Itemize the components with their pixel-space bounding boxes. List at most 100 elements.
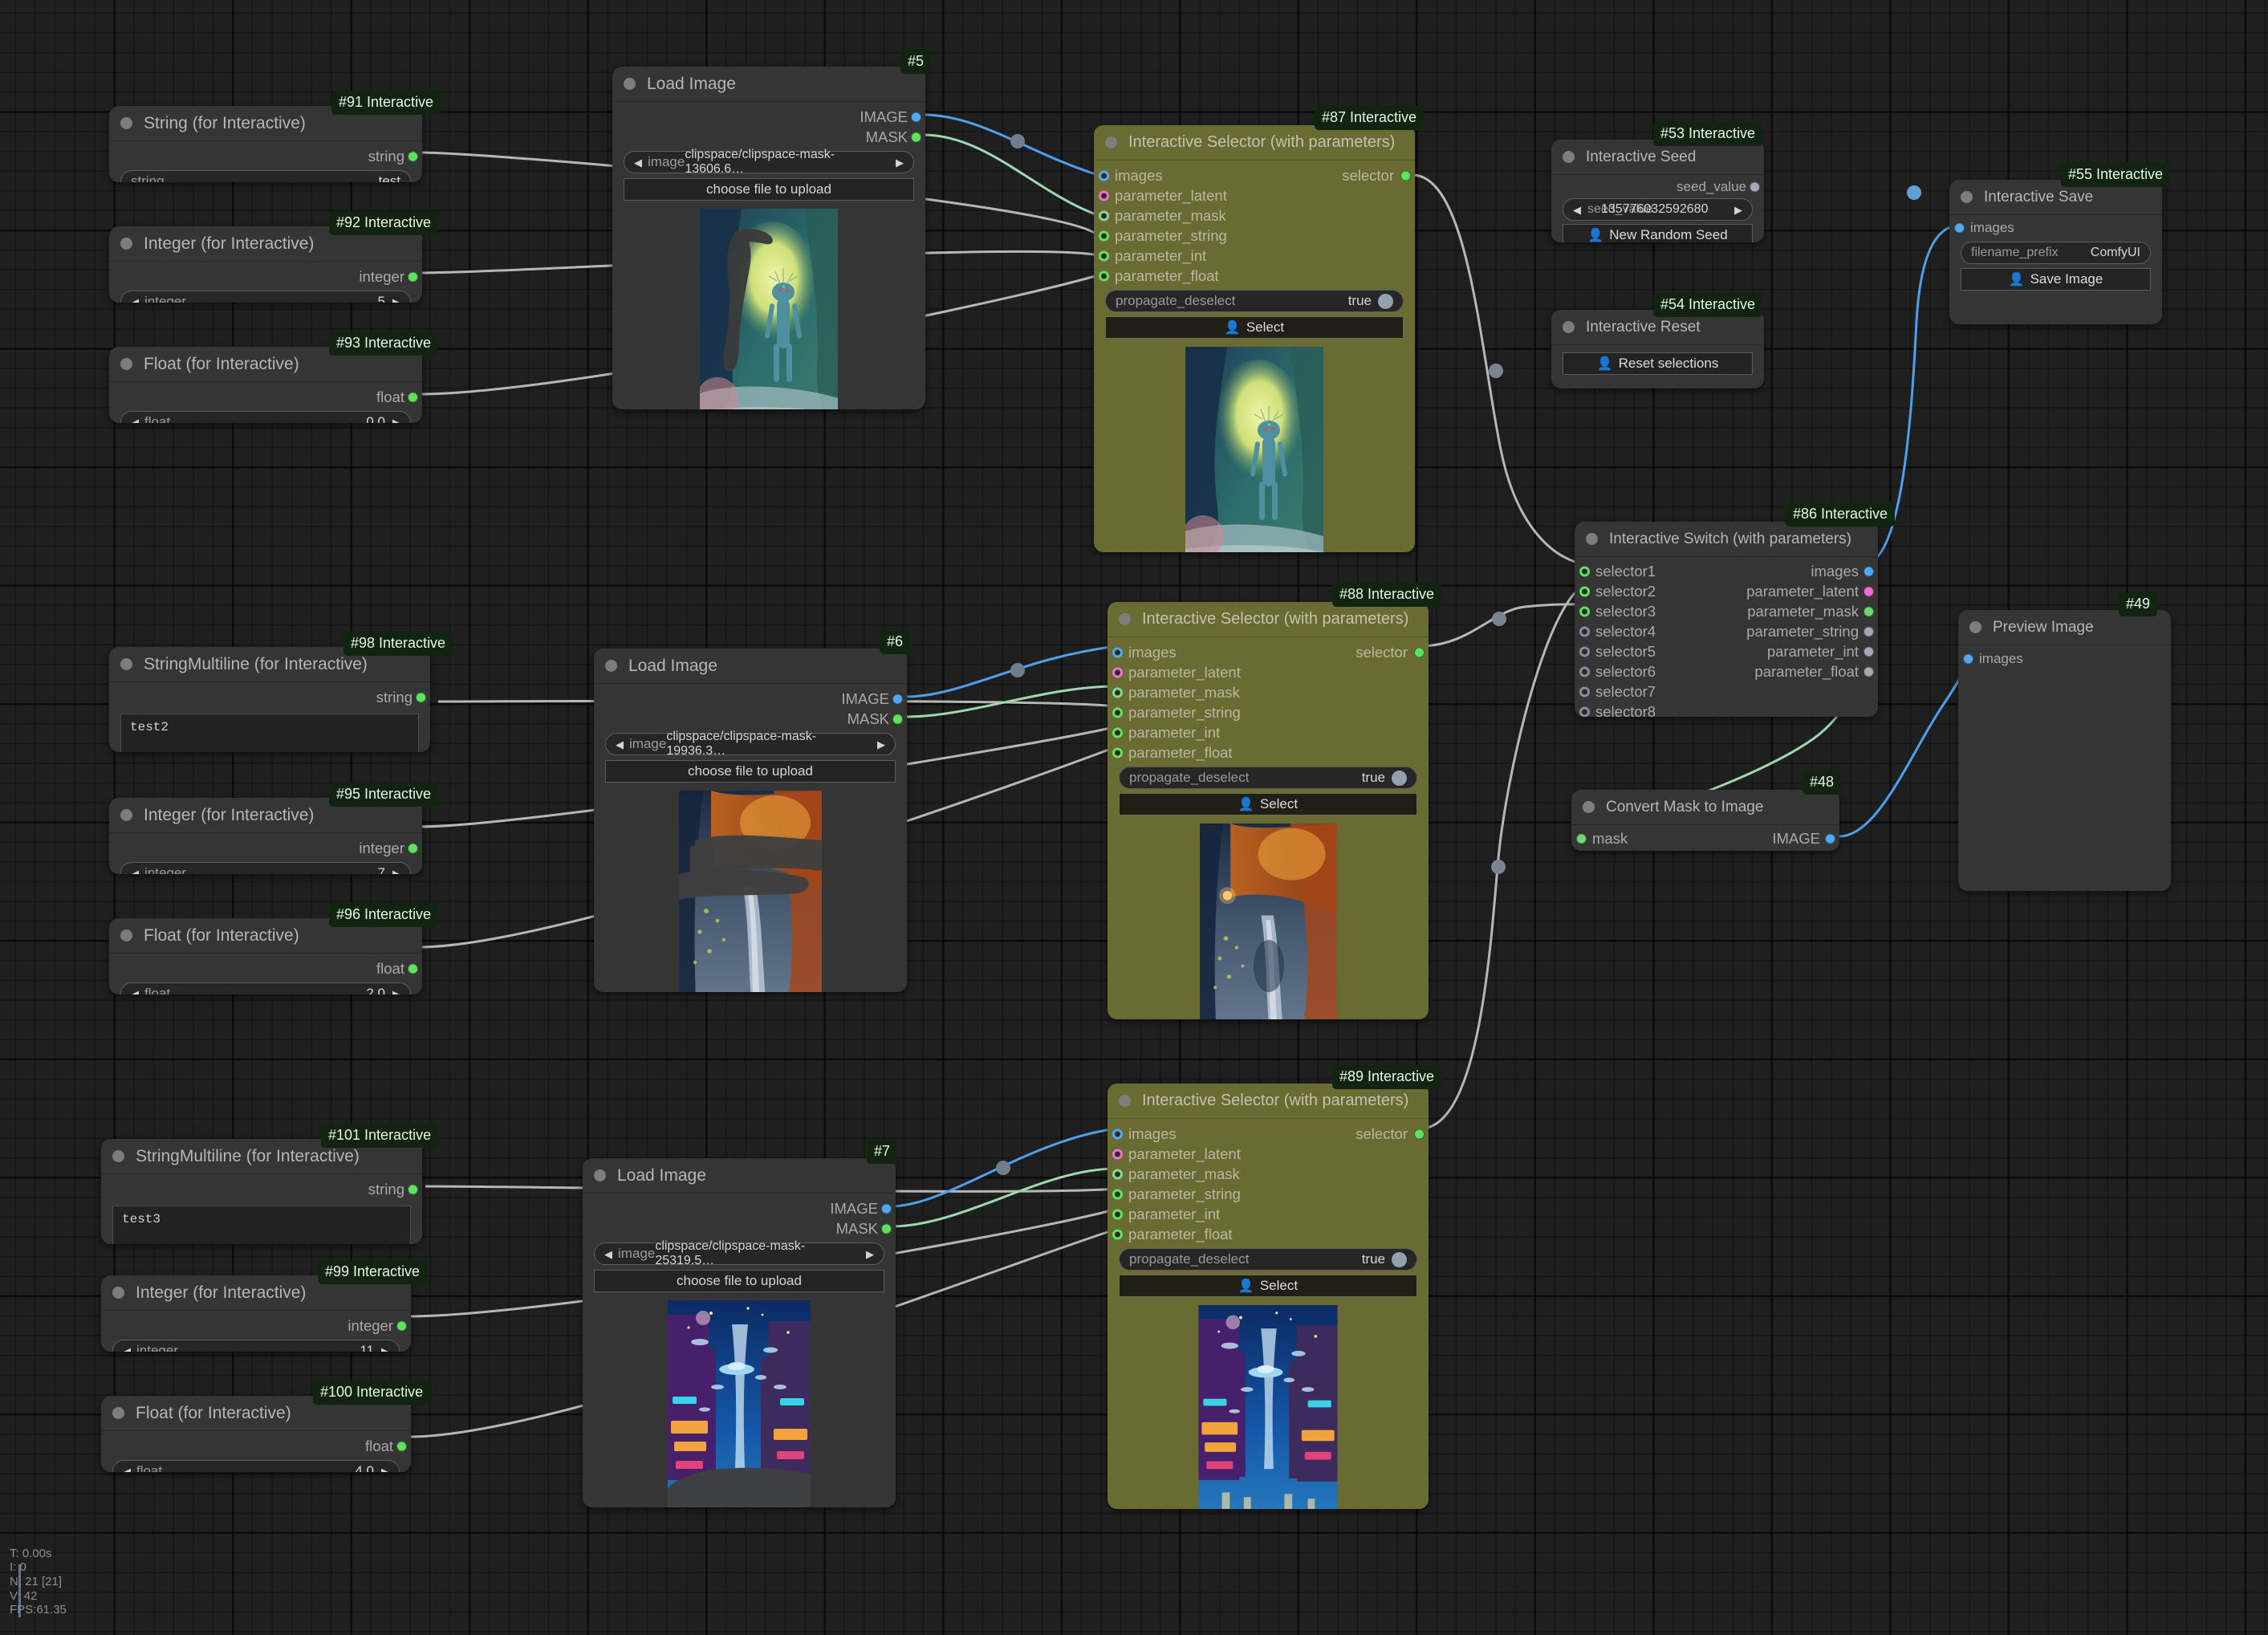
widget-seed[interactable]: ◀ seed_value 135776032592680 ▶: [1563, 198, 1753, 221]
port-selector-out[interactable]: [1400, 170, 1411, 181]
collapse-dot-icon[interactable]: [120, 117, 132, 129]
output-slot-mask[interactable]: MASK: [594, 709, 907, 729]
node-interactive-selector-88[interactable]: Interactive Selector (with parameters) i…: [1108, 602, 1429, 1019]
collapse-dot-icon[interactable]: [120, 658, 132, 670]
port-parameter-string-out[interactable]: [1864, 626, 1874, 637]
input-slot-selector7[interactable]: selector7: [1575, 681, 1878, 702]
port-parameter-latent-in[interactable]: [1112, 1149, 1123, 1159]
node-float-100[interactable]: Float (for Interactive) float ◀ float 4.…: [101, 1396, 411, 1472]
port-image-out[interactable]: [1825, 833, 1835, 844]
input-slot-images[interactable]: images selector: [1094, 165, 1415, 185]
stepper-increment-icon[interactable]: ▶: [381, 1346, 389, 1352]
port-float-out[interactable]: [396, 1441, 407, 1451]
node-string-91[interactable]: String (for Interactive) string string t…: [109, 106, 422, 182]
input-slot-parameter-latent[interactable]: parameter_latent: [1108, 1144, 1429, 1164]
node-convert-mask-to-image-48[interactable]: Convert Mask to Image mask IMAGE: [1571, 790, 1839, 851]
input-slot-parameter-float[interactable]: parameter_float: [1108, 742, 1429, 763]
port-images-in[interactable]: [1963, 653, 1973, 665]
output-slot-integer[interactable]: integer: [101, 1316, 411, 1336]
input-slot-parameter-string[interactable]: parameter_string: [1108, 702, 1429, 722]
node-load-image-6[interactable]: Load Image IMAGE MASK ◀ image clipspace/…: [594, 649, 907, 992]
stepper-increment-icon[interactable]: ▶: [392, 989, 400, 995]
port-parameter-latent-out[interactable]: [1864, 586, 1874, 596]
multiline-text-input[interactable]: test2: [120, 714, 419, 752]
collapse-dot-icon[interactable]: [112, 1150, 124, 1162]
port-parameter-int-in[interactable]: [1099, 250, 1109, 261]
stepper-increment-icon[interactable]: ▶: [392, 417, 400, 424]
output-slot-string[interactable]: string: [109, 146, 422, 166]
port-mask-out[interactable]: [881, 1223, 892, 1234]
reset-selections-button[interactable]: 👤 Reset selections: [1563, 352, 1753, 375]
port-parameter-int-in[interactable]: [1112, 727, 1123, 738]
port-integer-out[interactable]: [408, 843, 418, 853]
port-parameter-int-out[interactable]: [1864, 646, 1874, 657]
port-parameter-latent-in[interactable]: [1099, 190, 1109, 201]
output-slot-image[interactable]: IMAGE: [594, 689, 907, 709]
collapse-dot-icon[interactable]: [120, 238, 132, 250]
node-stringmultiline-98[interactable]: StringMultiline (for Interactive) string…: [109, 647, 430, 752]
input-slot-parameter-latent[interactable]: parameter_latent: [1108, 662, 1429, 682]
save-image-button[interactable]: 👤 Save Image: [1961, 268, 2151, 291]
output-slot-float[interactable]: float: [101, 1436, 411, 1456]
collapse-dot-icon[interactable]: [594, 1169, 606, 1182]
port-image-out[interactable]: [911, 112, 921, 122]
input-slot-selector3[interactable]: selector3 parameter_mask: [1575, 601, 1878, 621]
port-selector7-in[interactable]: [1579, 686, 1590, 697]
collapse-dot-icon[interactable]: [1583, 801, 1595, 813]
node-interactive-selector-89[interactable]: Interactive Selector (with parameters) i…: [1108, 1084, 1429, 1509]
collapse-dot-icon[interactable]: [120, 809, 132, 821]
output-slot-float[interactable]: float: [109, 958, 422, 978]
input-slot-parameter-latent[interactable]: parameter_latent: [1094, 185, 1415, 205]
collapse-dot-icon[interactable]: [624, 78, 636, 90]
stepper-increment-icon[interactable]: ▶: [392, 297, 400, 303]
port-string-out[interactable]: [416, 692, 426, 702]
port-image-out[interactable]: [881, 1203, 892, 1214]
node-integer-99[interactable]: Integer (for Interactive) integer ◀ inte…: [101, 1275, 411, 1352]
input-slot-images[interactable]: images: [1949, 218, 2162, 238]
stepper-increment-icon[interactable]: ▶: [877, 739, 885, 750]
port-parameter-mask-in[interactable]: [1112, 687, 1123, 698]
collapse-dot-icon[interactable]: [112, 1407, 124, 1419]
port-selector4-in[interactable]: [1579, 626, 1590, 637]
stepper-increment-icon[interactable]: ▶: [392, 868, 400, 875]
node-interactive-switch-86[interactable]: Interactive Switch (with parameters) sel…: [1575, 522, 1878, 717]
port-parameter-string-in[interactable]: [1112, 1189, 1123, 1199]
widget-integer[interactable]: ◀ integer 11 ▶: [112, 1340, 400, 1352]
select-button[interactable]: 👤 Select: [1105, 316, 1404, 339]
widget-image-filename[interactable]: ◀ image clipspace/clipspace-mask-25319.5…: [594, 1239, 884, 1267]
input-slot-parameter-int[interactable]: parameter_int: [1108, 1204, 1429, 1224]
input-slot-selector8[interactable]: selector8: [1575, 702, 1878, 717]
port-parameter-int-in[interactable]: [1112, 1209, 1123, 1219]
port-parameter-float-in[interactable]: [1112, 1229, 1123, 1239]
collapse-dot-icon[interactable]: [1961, 191, 1973, 203]
stepper-decrement-icon[interactable]: ◀: [1573, 205, 1581, 215]
new-random-seed-button[interactable]: 👤 New Random Seed: [1563, 224, 1753, 242]
port-selector1-in[interactable]: [1579, 566, 1590, 576]
port-seed-value-out[interactable]: [1750, 181, 1760, 193]
stepper-increment-icon[interactable]: ▶: [896, 157, 904, 168]
collapse-dot-icon[interactable]: [605, 660, 617, 672]
port-images-out[interactable]: [1864, 566, 1874, 576]
port-images-in[interactable]: [1099, 170, 1109, 181]
output-slot-seed-value[interactable]: seed_value: [1551, 178, 1764, 196]
port-float-out[interactable]: [408, 963, 418, 974]
port-mask-out[interactable]: [911, 132, 921, 142]
port-parameter-float-out[interactable]: [1864, 666, 1874, 677]
input-slot-images[interactable]: images: [1958, 649, 2171, 669]
input-slot-parameter-float[interactable]: parameter_float: [1094, 266, 1415, 286]
input-slot-selector4[interactable]: selector4 parameter_string: [1575, 621, 1878, 641]
port-selector6-in[interactable]: [1579, 666, 1590, 677]
output-slot-string[interactable]: string: [101, 1179, 422, 1199]
output-slot-image[interactable]: IMAGE: [612, 107, 925, 127]
input-slot-parameter-float[interactable]: parameter_float: [1108, 1224, 1429, 1244]
stepper-decrement-icon[interactable]: ◀: [131, 297, 139, 303]
widget-float[interactable]: ◀ float 4.0 ▶: [112, 1460, 400, 1472]
choose-file-button[interactable]: choose file to upload: [624, 178, 914, 201]
port-float-out[interactable]: [408, 392, 418, 402]
node-preview-image-49[interactable]: Preview Image images: [1958, 610, 2171, 891]
widget-image-filename[interactable]: ◀ image clipspace/clipspace-mask-19936.3…: [605, 730, 896, 758]
port-parameter-latent-in[interactable]: [1112, 667, 1123, 677]
toggle-knob-icon[interactable]: [1378, 293, 1393, 309]
widget-filename-prefix[interactable]: filename_prefix ComfyUI: [1961, 242, 2151, 264]
collapse-dot-icon[interactable]: [1563, 321, 1575, 333]
